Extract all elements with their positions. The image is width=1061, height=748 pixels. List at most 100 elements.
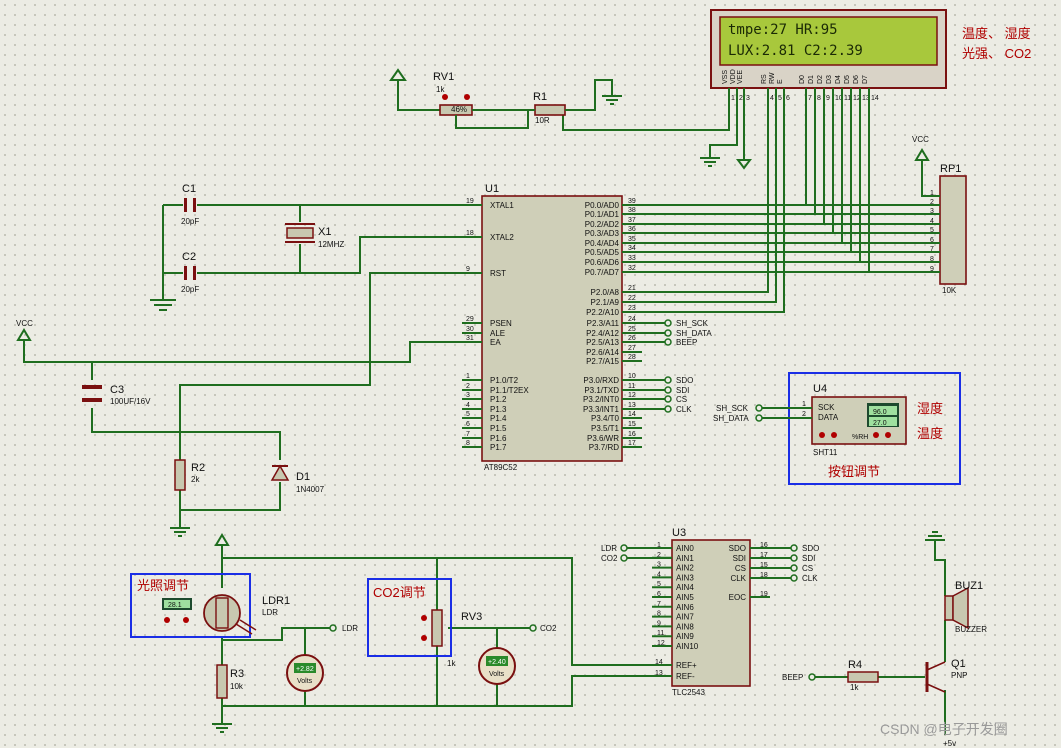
u3-net-clk: CLK [802, 574, 818, 583]
u3-pin-number: 9 [657, 620, 661, 627]
voltmeter-ldr[interactable]: +2.82 Volts [286, 654, 324, 692]
buz1-buzzer[interactable]: BUZ1 BUZZER [944, 580, 987, 634]
lcd-pin-d6: D6 [853, 75, 860, 84]
u4-pin-1: 1 [802, 401, 806, 408]
u3-net-sdo: SDO [802, 544, 819, 553]
lcd-note-line-2: 光强、 CO2 [962, 46, 1031, 61]
u1-pin-number: 25 [628, 326, 636, 333]
r2-ref: R2 [191, 462, 205, 474]
u4-rh-label: %RH [852, 434, 868, 441]
u4-ref: U4 [813, 383, 827, 395]
u1-pin-number: 11 [628, 383, 635, 390]
c3-capacitor[interactable]: C3 100UF/16V [82, 384, 151, 406]
u4-sht11-sensor[interactable]: 96.0 27.0 U4 SCK DATA %RH SHT11 1 2 [802, 383, 907, 457]
ldr1-ref: LDR1 [262, 595, 290, 607]
u1-pin-number: 39 [628, 198, 636, 205]
u3-pin-number: 16 [760, 542, 768, 549]
rp1-pin-number: 1 [930, 190, 934, 197]
u1-pin-label: P2.2/A10 [586, 308, 619, 317]
x1-value: 12MHZ [318, 240, 344, 249]
u1-pin-number: 18 [466, 230, 474, 237]
u1-microcontroller[interactable]: U1 AT89C52 19 XTAL118 XTAL29 RST29 PSEN30 ALE… [462, 183, 642, 472]
ldr1-sensor[interactable]: 28.1 LDR1 LDR [162, 594, 290, 635]
lcd-pin-vee: VEE [737, 70, 744, 84]
u4-net-data: SH_DATA [713, 414, 749, 423]
lcd-pin-d0: D0 [799, 75, 806, 84]
d1-value: 1N4007 [296, 485, 325, 494]
lcd-pin-e: E [777, 79, 784, 84]
buz1-ref: BUZ1 [955, 580, 983, 592]
u1-pin-label: P0.3/AD3 [585, 229, 620, 238]
u1-pin-number: 5 [466, 411, 470, 418]
rp1-pin-number: 7 [930, 246, 934, 253]
lcd-pin-number: 4 [770, 95, 774, 102]
buz1-value: BUZZER [955, 625, 987, 634]
u4-part: SHT11 [813, 448, 838, 457]
rp1-pin-number: 9 [930, 266, 934, 273]
u1-pin-number: 22 [628, 295, 636, 302]
lcd-pin-d7: D7 [862, 75, 869, 84]
u1-pin-label: PSEN [490, 319, 512, 328]
d1-ref: D1 [296, 471, 310, 483]
u1-pin-label: P1.4 [490, 414, 507, 423]
oscillator-section: C1 20pF C2 20pF X1 12MHZ [150, 183, 482, 311]
u3-pin-number: 19 [760, 591, 768, 598]
lcd-pin-d5: D5 [844, 75, 851, 84]
c3-ref: C3 [110, 384, 124, 396]
rv3-value: 1k [447, 659, 456, 668]
u1-pin-number: 3 [466, 392, 470, 399]
u1-pin-label: P0.0/AD0 [585, 201, 620, 210]
u3-part: TLC2543 [672, 688, 705, 697]
net-clk: CLK [676, 405, 692, 414]
u4-sck-label: SCK [818, 403, 835, 412]
lcd-pin-number: 1 [731, 95, 735, 102]
q1-transistor[interactable]: Q1 PNP [925, 658, 967, 693]
r2-resistor[interactable]: R2 2k [174, 459, 205, 491]
u1-pin-label: P1.1/T2EX [490, 386, 529, 395]
u1-pin-label: P0.2/AD2 [585, 220, 620, 229]
u1-pin-number: 4 [466, 402, 470, 409]
u1-pin-number: 2 [466, 383, 470, 390]
u1-pin-number: 17 [628, 440, 636, 447]
u3-pin-label: SDI [733, 554, 746, 563]
u3-pin-label: AIN9 [676, 632, 694, 641]
u1-pin-number: 27 [628, 345, 636, 352]
u3-net-labels: SDOSDICSCLK [770, 544, 819, 583]
u1-pin-label: P3.5/T1 [591, 424, 620, 433]
net-sh-data: SH_DATA [676, 329, 712, 338]
u3-pin-label: AIN7 [676, 613, 694, 622]
u1-pin-label: P1.0/T2 [490, 376, 519, 385]
u1-pin-label: XTAL2 [490, 233, 514, 242]
u1-pin-label: P1.2 [490, 395, 507, 404]
u1-pin-number: 29 [466, 316, 474, 323]
rv1-potentiometer[interactable]: RV1 1k 46% [389, 68, 529, 129]
c2-capacitor[interactable]: C2 20pF [181, 251, 199, 294]
r4-resistor[interactable]: R4 1k [847, 659, 879, 692]
r3-resistor[interactable]: R3 10k [216, 664, 244, 699]
u4-caption: 按钮调节 [828, 464, 880, 479]
lcd-pin-number: 14 [871, 95, 879, 102]
c1-capacitor[interactable]: C1 20pF [181, 183, 199, 226]
u1-pin-number: 15 [628, 421, 636, 428]
lcd-line-2: LUX:2.81 C2:2.39 [728, 43, 863, 59]
ground-symbol-lcd [700, 157, 720, 167]
r1-resistor[interactable]: R1 10R [520, 79, 622, 125]
co2-caption: CO2调节 [373, 585, 426, 600]
u1-pin-number: 33 [628, 255, 636, 262]
x1-ref: X1 [318, 226, 331, 238]
lcd-module[interactable]: tmpe:27 HR:95 LUX:2.81 C2:2.39 VSS 1 VDD 2 V… [710, 9, 947, 102]
ldr1-value: LDR [262, 608, 278, 617]
u1-right-pins: 39 P0.0/AD0 38 P0.1/AD1 37 P0.2/AD2 36 P0.3/AD3… [583, 198, 642, 452]
u4-pin-2: 2 [802, 411, 806, 418]
voltmeter-co2[interactable]: +2.40 Volts [478, 647, 516, 685]
u1-pin-label: P3.3/INT1 [583, 405, 620, 414]
x1-crystal[interactable]: X1 12MHZ [285, 223, 344, 249]
u3-pin-label: AIN2 [676, 564, 694, 573]
u3-adc[interactable]: U3 TLC2543 1 AIN0 2 AIN1 3 AIN2 4 AIN3 5 AIN4 6 AIN… [652, 527, 770, 697]
u1-pin-number: 28 [628, 354, 636, 361]
u1-ref: U1 [485, 183, 499, 195]
net-co2: CO2 [540, 624, 557, 633]
u1-pin-number: 19 [466, 198, 474, 205]
rp1-pin-number: 5 [930, 227, 934, 234]
u1-pin-number: 23 [628, 305, 636, 312]
